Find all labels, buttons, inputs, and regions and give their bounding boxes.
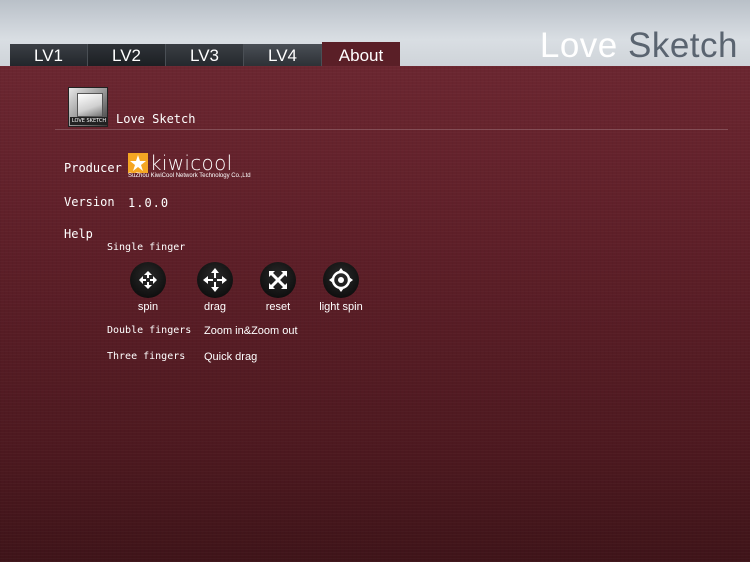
- version-label: Version: [64, 195, 115, 209]
- gesture-drag: drag: [180, 262, 250, 313]
- spin-icon: [139, 271, 157, 289]
- app-name: Love Sketch: [116, 112, 196, 126]
- double-fingers-label: Double fingers: [107, 325, 192, 336]
- brand-word-2: Sketch: [628, 26, 738, 65]
- gesture-light-spin-label: light spin: [319, 301, 363, 313]
- tab-lv4[interactable]: LV4: [244, 44, 322, 66]
- producer-logo: kiwicool SuZhou KiwiCool Network Technol…: [128, 151, 278, 183]
- gesture-reset-label: reset: [265, 301, 291, 313]
- producer-logo-word: kiwicool: [150, 151, 233, 175]
- tab-about[interactable]: About: [322, 42, 400, 66]
- three-fingers-value: Quick drag: [204, 351, 258, 363]
- reset-x-icon: [269, 271, 287, 289]
- gesture-drag-label: drag: [203, 301, 227, 313]
- tab-lv3[interactable]: LV3: [166, 44, 244, 66]
- kiwicool-star-icon: [128, 153, 148, 173]
- brand-word-1: Love: [539, 26, 618, 65]
- gesture-light-spin: light spin: [306, 262, 376, 313]
- app-icon-label: LOVE SKETCH: [70, 117, 107, 125]
- double-fingers-value: Zoom in&Zoom out: [204, 325, 298, 337]
- producer-label: Producer: [64, 161, 122, 175]
- divider: [55, 129, 728, 130]
- app-icon: LOVE SKETCH: [68, 87, 108, 127]
- drag-arrows-icon: [203, 268, 227, 292]
- version-value: 1.0.0: [128, 196, 170, 210]
- single-finger-label: Single finger: [107, 242, 186, 253]
- brand-title: Love Sketch: [540, 26, 738, 66]
- tab-bar: LV1 LV2 LV3 LV4 About: [10, 42, 400, 66]
- gesture-reset: reset: [243, 262, 313, 313]
- three-fingers-label: Three fingers: [107, 351, 186, 362]
- gesture-spin: spin: [113, 262, 183, 313]
- help-label: Help: [64, 227, 93, 241]
- cube-icon: [77, 93, 103, 117]
- producer-logo-subtitle: SuZhou KiwiCool Network Technology Co.,L…: [128, 173, 251, 179]
- tab-lv1[interactable]: LV1: [10, 44, 88, 66]
- tab-lv2[interactable]: LV2: [88, 44, 166, 66]
- light-spin-icon: [329, 268, 353, 292]
- gesture-spin-label: spin: [137, 301, 159, 313]
- about-panel: [0, 66, 750, 562]
